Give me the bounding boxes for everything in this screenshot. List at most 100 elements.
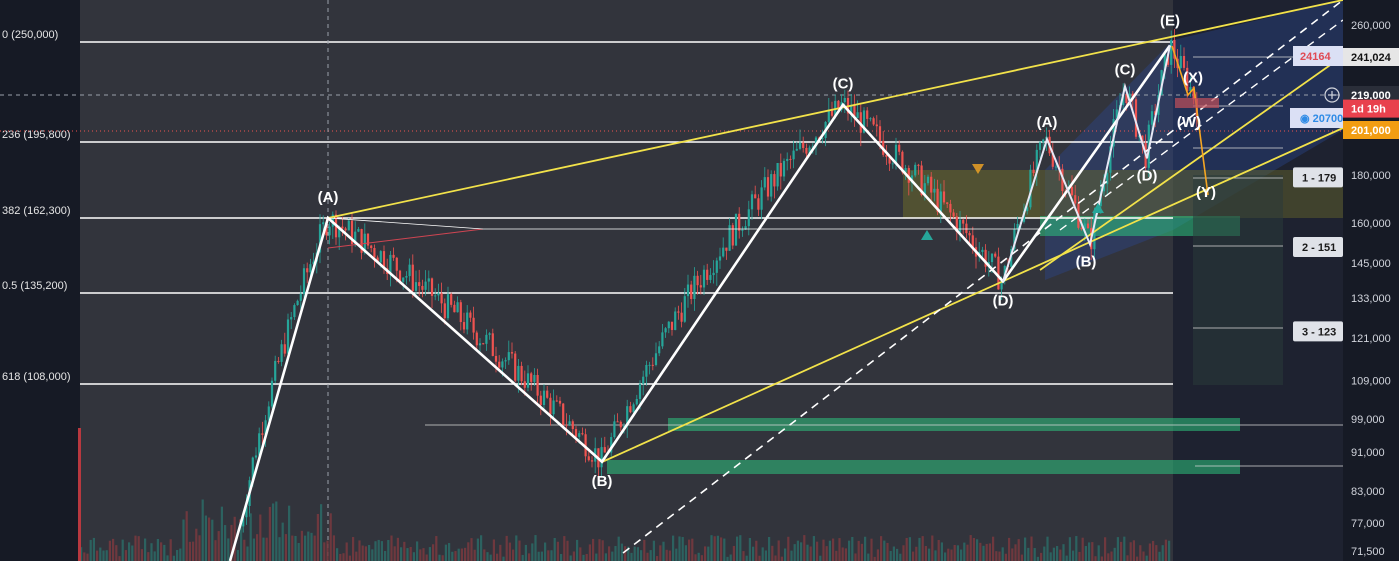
candle-body (635, 398, 638, 405)
volume-bar (352, 537, 355, 561)
volume-bar (825, 546, 828, 561)
volume-bar (361, 545, 364, 561)
candle-body (632, 404, 635, 413)
candle-body (699, 285, 702, 288)
volume-bar (1072, 550, 1075, 561)
candle-body (1054, 166, 1058, 168)
candle-body (341, 226, 344, 229)
axis-tick-label: 180,000 (1351, 170, 1391, 182)
volume-bar (892, 546, 895, 561)
volume-bar (1136, 556, 1139, 561)
candle-body (542, 390, 546, 406)
volume-bar (435, 536, 438, 561)
volume-bar (1110, 551, 1113, 561)
volume-bar (841, 547, 844, 561)
volume-bar (105, 550, 108, 561)
candle-body (370, 245, 373, 249)
volume-bar (137, 536, 140, 561)
volume-bar (1120, 541, 1123, 561)
candle-body (440, 293, 443, 304)
price-axis-panel (1343, 0, 1399, 561)
volume-bar (614, 546, 617, 561)
volume-bar (953, 544, 956, 561)
volume-bar (1052, 547, 1055, 561)
price-chart-svg[interactable]: 0 (250,000)236 (195,800)382 (162,300)0.5… (0, 0, 1399, 561)
volume-bar (156, 538, 159, 561)
volume-bar (528, 553, 531, 561)
candle-body (466, 312, 469, 330)
volume-bar (278, 537, 281, 561)
volume-bar (531, 543, 534, 561)
volume-bar (576, 539, 579, 561)
candle-body (958, 219, 962, 233)
candle-body (702, 269, 706, 288)
volume-bar (857, 540, 860, 561)
volume-bar (1139, 545, 1142, 561)
candle-body (1032, 169, 1035, 174)
volume-bar (297, 542, 300, 561)
volume-bar (553, 537, 556, 561)
candle-body (725, 247, 728, 251)
fib-level-label: 382 (162,300) (2, 205, 71, 217)
volume-bar (345, 542, 348, 561)
candle-body (379, 251, 382, 263)
volume-bar (902, 545, 905, 561)
volume-bar (92, 537, 95, 561)
candle-body (651, 364, 654, 366)
target-projection-box (1193, 175, 1283, 385)
candle-body (750, 194, 754, 210)
volume-bar (272, 503, 275, 561)
candle-body (366, 233, 370, 246)
volume-bar (460, 548, 463, 561)
volume-bar (780, 556, 783, 561)
volume-bar (1001, 547, 1004, 561)
candle-body (658, 346, 661, 354)
volume-bar (473, 549, 476, 561)
volume-bar (195, 528, 198, 561)
volume-bar (518, 540, 521, 561)
volume-bar (192, 541, 195, 561)
volume-bar (704, 546, 707, 561)
candle-body (898, 144, 901, 152)
candle-body (411, 264, 414, 291)
major-wave-label: (E) (1160, 12, 1180, 29)
candle-body (453, 304, 456, 313)
volume-bar (1091, 542, 1094, 561)
candle-body (498, 361, 501, 368)
volume-bar (931, 535, 934, 561)
volume-bar (249, 513, 252, 561)
candle-body (1150, 111, 1154, 125)
candle-body (546, 390, 549, 398)
volume-bar (147, 552, 150, 561)
major-wave-label: (C) (833, 76, 854, 93)
volume-bar (185, 511, 188, 561)
volume-bar (1036, 556, 1039, 561)
candle-body (914, 164, 917, 176)
target-tag: 2 - 151 (1293, 237, 1343, 257)
chart-area[interactable]: 0 (250,000) 236 (195,800) 382 (162,300) 0.5… (0, 0, 1399, 561)
demand-zone-low (607, 460, 1240, 474)
candle-body (507, 352, 510, 361)
candle-body (686, 284, 690, 297)
candle-body (786, 158, 789, 161)
candle-body (731, 225, 734, 246)
axis-tick-label: 77,000 (1351, 518, 1385, 530)
volume-bar (140, 549, 143, 561)
volume-bar (876, 549, 879, 561)
volume-bar (1129, 542, 1132, 561)
volume-bar (281, 522, 284, 561)
volume-bar (1004, 553, 1007, 561)
candle-body (616, 421, 619, 423)
candle-body (462, 322, 466, 330)
candle-body (718, 256, 722, 261)
volume-bar (572, 551, 575, 561)
volume-bar (668, 550, 671, 561)
major-wave-label: (A) (318, 189, 339, 206)
target-tag: 3 - 123 (1293, 321, 1343, 342)
volume-bar (259, 514, 262, 561)
volume-bar (636, 547, 639, 561)
volume-bar (243, 539, 246, 561)
volume-bar (1049, 552, 1052, 561)
volume-bar (336, 548, 339, 561)
volume-bar (428, 547, 431, 561)
